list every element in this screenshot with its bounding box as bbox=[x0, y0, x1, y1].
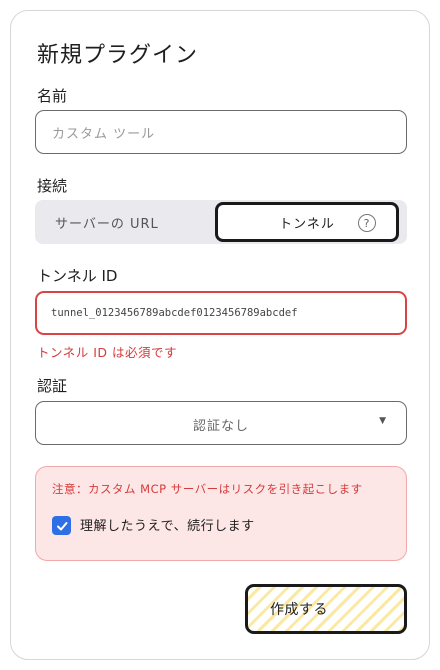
new-plugin-dialog: 新規プラグイン 名前 カスタム ツール 接続 サーバーの URL トンネル ? … bbox=[10, 10, 430, 660]
name-label: 名前 bbox=[37, 87, 68, 105]
auth-select-value: 認証なし bbox=[192, 418, 249, 434]
auth-label: 認証 bbox=[37, 377, 68, 395]
tunnel-id-error: トンネル ID は必須です bbox=[37, 345, 178, 360]
connection-option-server-url[interactable]: サーバーの URL bbox=[55, 200, 159, 244]
tunnel-id-input[interactable]: tunnel_0123456789abcdef0123456789abcdef bbox=[35, 291, 407, 335]
question-circle-icon[interactable]: ? bbox=[358, 214, 376, 232]
create-button[interactable]: 作成する bbox=[245, 584, 407, 634]
name-input[interactable]: カスタム ツール bbox=[35, 110, 407, 154]
acknowledge-checkbox[interactable] bbox=[52, 516, 71, 535]
tunnel-id-label: トンネル ID bbox=[37, 267, 118, 285]
auth-select[interactable]: 認証なし ▼ bbox=[35, 401, 407, 445]
acknowledge-label[interactable]: 理解したうえで、続行します bbox=[80, 515, 255, 534]
connection-option-tunnel[interactable]: トンネル ? bbox=[215, 202, 399, 242]
tunnel-option-label: トンネル bbox=[279, 216, 335, 232]
tunnel-id-value: tunnel_0123456789abcdef0123456789abcdef bbox=[51, 307, 298, 319]
warning-text: 注意：カスタム MCP サーバーはリスクを引き起こします bbox=[52, 482, 363, 496]
risk-warning-box: 注意：カスタム MCP サーバーはリスクを引き起こします 理解したうえで、続行し… bbox=[35, 466, 407, 561]
checkmark-icon bbox=[56, 521, 67, 530]
dialog-title: 新規プラグイン bbox=[37, 43, 199, 68]
connection-segmented-control: サーバーの URL トンネル ? bbox=[35, 200, 407, 244]
connection-label: 接続 bbox=[37, 177, 68, 195]
create-button-label: 作成する bbox=[270, 602, 328, 618]
name-placeholder: カスタム ツール bbox=[52, 126, 156, 142]
chevron-down-icon: ▼ bbox=[379, 416, 386, 426]
